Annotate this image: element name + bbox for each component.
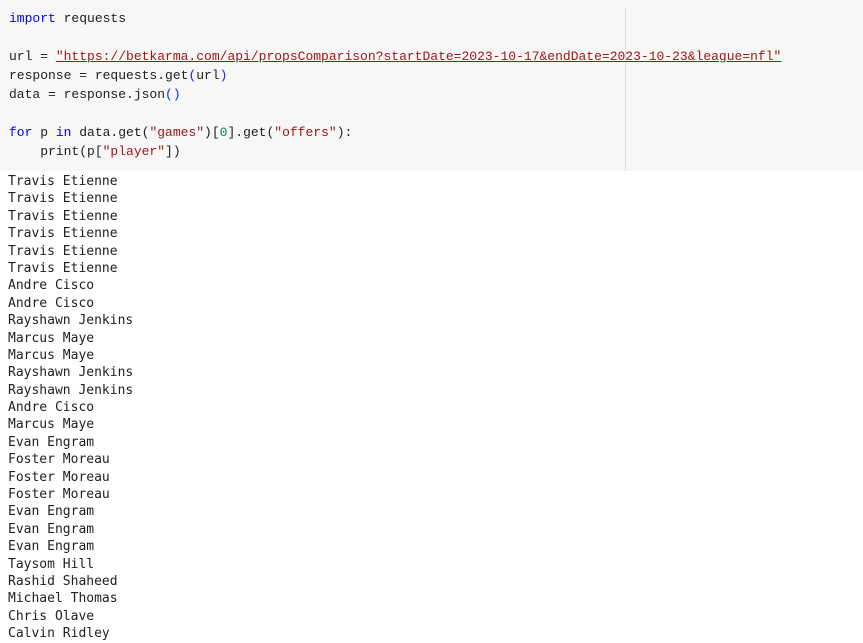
output-line: Foster Moreau xyxy=(8,452,110,468)
output-line: Travis Etienne xyxy=(8,226,118,242)
output-line: Marcus Maye xyxy=(8,330,95,346)
output-line: Andre Cisco xyxy=(8,295,95,311)
code-line-5: data = response.json() xyxy=(9,85,781,104)
output-line: Marcus Maye xyxy=(8,347,95,363)
loop-expr-b: )[ xyxy=(204,125,220,140)
keyword-import: import xyxy=(9,11,56,26)
output-line: Rashid Shaheed xyxy=(8,573,118,589)
print-call-end: ]) xyxy=(165,144,181,159)
data-assignment: data = response.json xyxy=(9,87,166,102)
output-line: Foster Moreau xyxy=(8,469,110,485)
code-line-3: url = "https://betkarma.com/api/propsCom… xyxy=(9,47,781,66)
output-line: Rayshawn Jenkins xyxy=(8,313,134,329)
output-line: Chris Olave xyxy=(8,608,95,624)
url-string-link[interactable]: "https://betkarma.com/api/propsCompariso… xyxy=(56,49,782,64)
keyword-in: in xyxy=(55,125,72,140)
code-editor[interactable]: import requests url = "https://betkarma.… xyxy=(9,9,781,161)
loop-expr-a: data.get( xyxy=(71,125,150,140)
output-line: Travis Etienne xyxy=(8,191,118,207)
output-line: Travis Etienne xyxy=(8,174,118,189)
code-line-7: for p in data.get("games")[0].get("offer… xyxy=(9,123,781,142)
code-line-1: import requests xyxy=(9,9,781,28)
string-offers: "offers" xyxy=(274,125,337,140)
print-call: print(p[ xyxy=(9,144,103,159)
paren-close: ) xyxy=(219,68,228,83)
module-name: requests xyxy=(55,11,127,26)
string-games: "games" xyxy=(149,125,205,140)
output-line: Taysom Hill xyxy=(8,556,95,572)
cell-output: Travis Etienne Travis Etienne Travis Etien… xyxy=(8,173,133,643)
url-argument: url xyxy=(196,68,220,83)
output-line: Evan Engram xyxy=(8,504,95,520)
output-line: Andre Cisco xyxy=(8,400,95,416)
output-line: Evan Engram xyxy=(8,521,95,537)
output-line: Andre Cisco xyxy=(8,278,95,294)
output-line: Evan Engram xyxy=(8,434,95,450)
code-cell-input[interactable]: import requests url = "https://betkarma.… xyxy=(0,0,863,171)
call-parens: () xyxy=(165,87,181,102)
string-player: "player" xyxy=(102,144,166,159)
response-assignment: response = requests.get xyxy=(9,68,189,83)
output-line: Rayshawn Jenkins xyxy=(8,382,134,398)
url-assignment: url = xyxy=(9,49,56,64)
loop-variable: p xyxy=(32,125,56,140)
output-line: Travis Etienne xyxy=(8,243,118,259)
code-line-4: response = requests.get(url) xyxy=(9,66,781,85)
output-line: Michael Thomas xyxy=(8,591,118,607)
output-line: Travis Etienne xyxy=(8,208,118,224)
keyword-for: for xyxy=(9,125,33,140)
output-line: Evan Engram xyxy=(8,539,95,555)
output-line: Foster Moreau xyxy=(8,487,110,503)
code-line-8: print(p["player"]) xyxy=(9,142,781,161)
output-line: Rayshawn Jenkins xyxy=(8,365,134,381)
output-line: Marcus Maye xyxy=(8,417,95,433)
loop-expr-d: ): xyxy=(336,125,353,140)
output-line: Travis Etienne xyxy=(8,260,118,276)
loop-expr-c: ].get( xyxy=(227,125,275,140)
output-line: Calvin Ridley xyxy=(8,626,110,642)
